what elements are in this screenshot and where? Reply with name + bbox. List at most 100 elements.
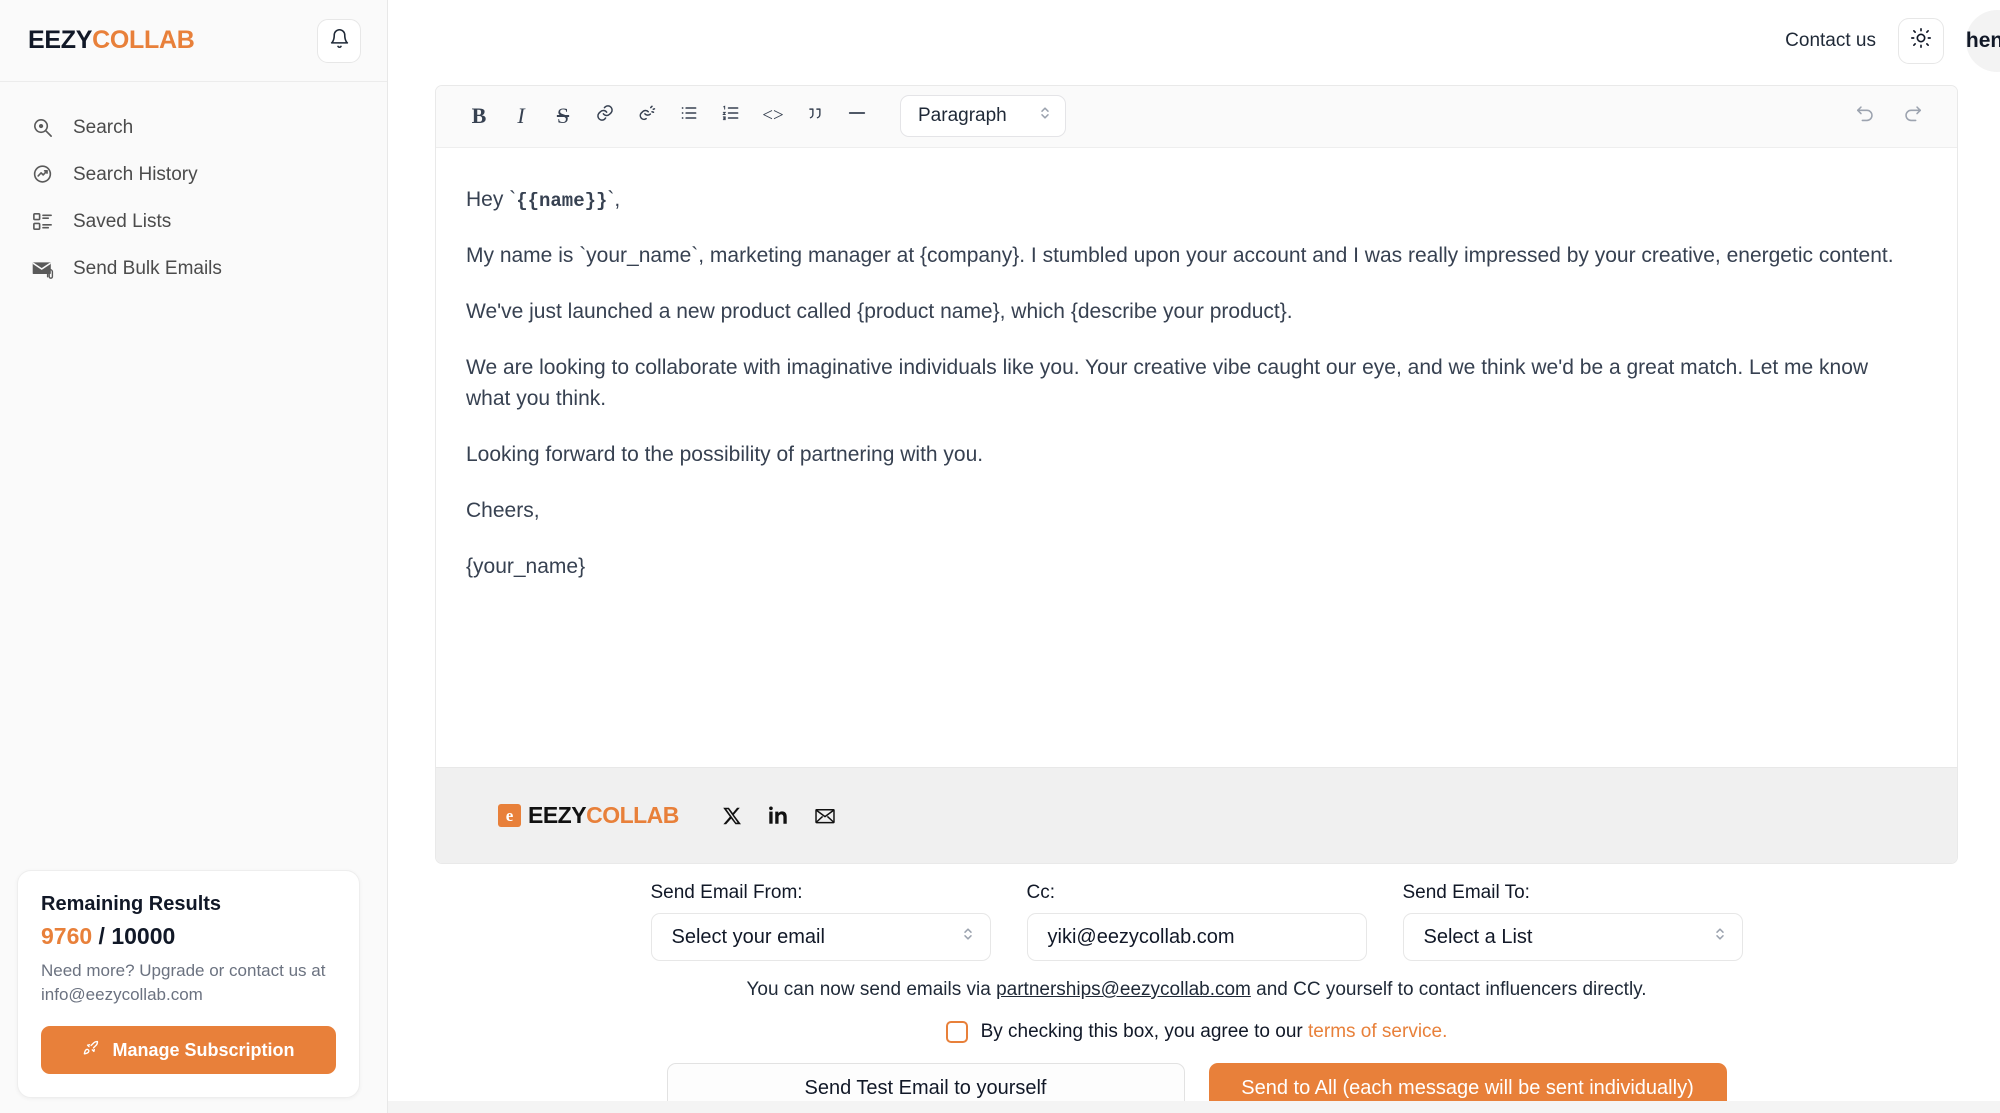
results-separator: /: [92, 923, 111, 949]
notice-after: and CC yourself to contact influencers d…: [1251, 979, 1647, 1000]
terms-agreement-row: By checking this box, you agree to our t…: [435, 1021, 1958, 1043]
search-icon: [30, 115, 55, 140]
block-type-select[interactable]: Paragraph: [900, 95, 1066, 137]
quote-icon: [805, 103, 826, 130]
x-icon[interactable]: [721, 805, 743, 827]
field-cc: Cc: yiki@eezycollab.com: [1027, 882, 1367, 961]
to-select[interactable]: Select a List: [1403, 913, 1743, 961]
field-send-email-to: Send Email To: Select a List: [1403, 882, 1743, 961]
manage-subscription-button[interactable]: Manage Subscription: [41, 1026, 336, 1074]
from-label: Send Email From:: [651, 882, 991, 904]
email-icon[interactable]: [813, 805, 837, 827]
notifications-button[interactable]: [317, 19, 361, 63]
subscription-note: Need more? Upgrade or contact us at info…: [41, 959, 336, 1008]
chevron-updown-icon: [961, 925, 975, 949]
footer-socials: [721, 805, 837, 827]
bell-icon: [329, 28, 350, 54]
rocket-icon: [82, 1038, 101, 1062]
bold-button[interactable]: B: [458, 95, 500, 137]
email-editor-card: B I S: [435, 85, 1958, 864]
editor-toolbar: B I S: [436, 86, 1957, 148]
bullet-list-button[interactable]: [668, 95, 710, 137]
email-signature-footer: e EEZYCOLLAB: [436, 767, 1957, 863]
sidebar-nav: Search Search History Saved Lists Send B…: [0, 82, 387, 292]
cc-value: yiki@eezycollab.com: [1048, 926, 1235, 949]
terms-checkbox[interactable]: [946, 1021, 968, 1043]
sidebar-item-send-bulk-emails[interactable]: Send Bulk Emails: [0, 245, 387, 292]
undo-button[interactable]: [1843, 95, 1889, 137]
subscription-title: Remaining Results: [41, 893, 336, 916]
user-avatar[interactable]: henYil: [1966, 10, 2000, 72]
email-paragraph-greeting: Hey `{{name}}`,: [454, 184, 1899, 215]
redo-button[interactable]: [1889, 95, 1935, 137]
list-icon: [30, 209, 55, 234]
horizontal-rule-button[interactable]: [836, 95, 878, 137]
results-total: 10000: [111, 923, 175, 949]
form-fields-row: Send Email From: Select your email Cc: y…: [435, 882, 1958, 961]
blockquote-button[interactable]: [794, 95, 836, 137]
terms-of-service-link[interactable]: terms of service.: [1308, 1021, 1447, 1042]
partnerships-email-link[interactable]: partnerships@eezycollab.com: [996, 979, 1251, 1000]
brand-logo: EEZYCOLLAB: [28, 26, 194, 55]
email-paragraph-6: Cheers,: [454, 495, 1899, 526]
bullet-list-icon: [679, 103, 699, 129]
terms-text: By checking this box, you agree to our t…: [981, 1021, 1448, 1043]
field-send-email-from: Send Email From: Select your email: [651, 882, 991, 961]
bottom-strip: [388, 1101, 2000, 1113]
greeting-prefix: Hey `: [466, 188, 516, 211]
sidebar-item-label: Search: [73, 117, 133, 139]
sending-notice: You can now send emails via partnerships…: [435, 979, 1958, 1001]
horizontal-rule-icon: [846, 102, 868, 130]
to-label: Send Email To:: [1403, 882, 1743, 904]
chevron-updown-icon: [1038, 104, 1052, 128]
results-used: 9760: [41, 923, 92, 949]
cc-label: Cc:: [1027, 882, 1367, 904]
to-value: Select a List: [1424, 926, 1533, 949]
link-button[interactable]: [584, 95, 626, 137]
topbar: Contact us henYil: [388, 0, 2000, 82]
main-content: Contact us henYil B I S: [388, 0, 2000, 1113]
sidebar-item-search[interactable]: Search: [0, 104, 387, 151]
sidebar-header: EEZYCOLLAB: [0, 0, 387, 82]
from-value: Select your email: [672, 926, 825, 949]
unlink-icon: [637, 103, 657, 129]
sidebar-item-label: Search History: [73, 164, 198, 186]
ordered-list-icon: [721, 103, 741, 129]
redo-icon: [1901, 103, 1923, 130]
from-select[interactable]: Select your email: [651, 913, 991, 961]
block-type-value: Paragraph: [918, 105, 1007, 127]
email-body-editor[interactable]: Hey `{{name}}`, My name is `your_name`, …: [436, 148, 1957, 767]
app-root: EEZYCOLLAB Search Se: [0, 0, 2000, 1113]
theme-toggle-button[interactable]: [1898, 18, 1944, 64]
history-chart-icon: [30, 162, 55, 187]
sidebar: EEZYCOLLAB Search Se: [0, 0, 388, 1113]
email-paragraph-4: We are looking to collaborate with imagi…: [454, 352, 1899, 414]
footer-brand-part-1: EEZY: [528, 802, 586, 828]
email-paragraph-2: My name is `your_name`, marketing manage…: [454, 240, 1899, 271]
greeting-suffix: `,: [607, 188, 620, 211]
strikethrough-button[interactable]: S: [542, 95, 584, 137]
manage-subscription-label: Manage Subscription: [112, 1040, 294, 1061]
send-form: Send Email From: Select your email Cc: y…: [388, 864, 2000, 1113]
brand-part-2: COLLAB: [92, 26, 194, 54]
sidebar-item-search-history[interactable]: Search History: [0, 151, 387, 198]
sun-icon: [1910, 27, 1932, 54]
footer-brand-part-2: COLLAB: [586, 802, 679, 828]
footer-logo: e EEZYCOLLAB: [498, 802, 679, 829]
sidebar-item-saved-lists[interactable]: Saved Lists: [0, 198, 387, 245]
link-icon: [595, 103, 615, 129]
cc-input[interactable]: yiki@eezycollab.com: [1027, 913, 1367, 961]
code-button[interactable]: <>: [752, 95, 794, 137]
user-name: henYil: [1966, 29, 2000, 53]
notice-before: You can now send emails via: [746, 979, 996, 1000]
linkedin-icon[interactable]: [767, 805, 789, 827]
email-paragraph-7: {your_name}: [454, 551, 1899, 582]
italic-button[interactable]: I: [500, 95, 542, 137]
agree-label: By checking this box, you agree to our: [981, 1021, 1308, 1042]
greeting-token: {{name}}: [516, 190, 607, 212]
contact-us-link[interactable]: Contact us: [1785, 30, 1876, 52]
subscription-count: 9760 / 10000: [41, 923, 336, 950]
email-paragraph-5: Looking forward to the possibility of pa…: [454, 439, 1899, 470]
ordered-list-button[interactable]: [710, 95, 752, 137]
unlink-button[interactable]: [626, 95, 668, 137]
